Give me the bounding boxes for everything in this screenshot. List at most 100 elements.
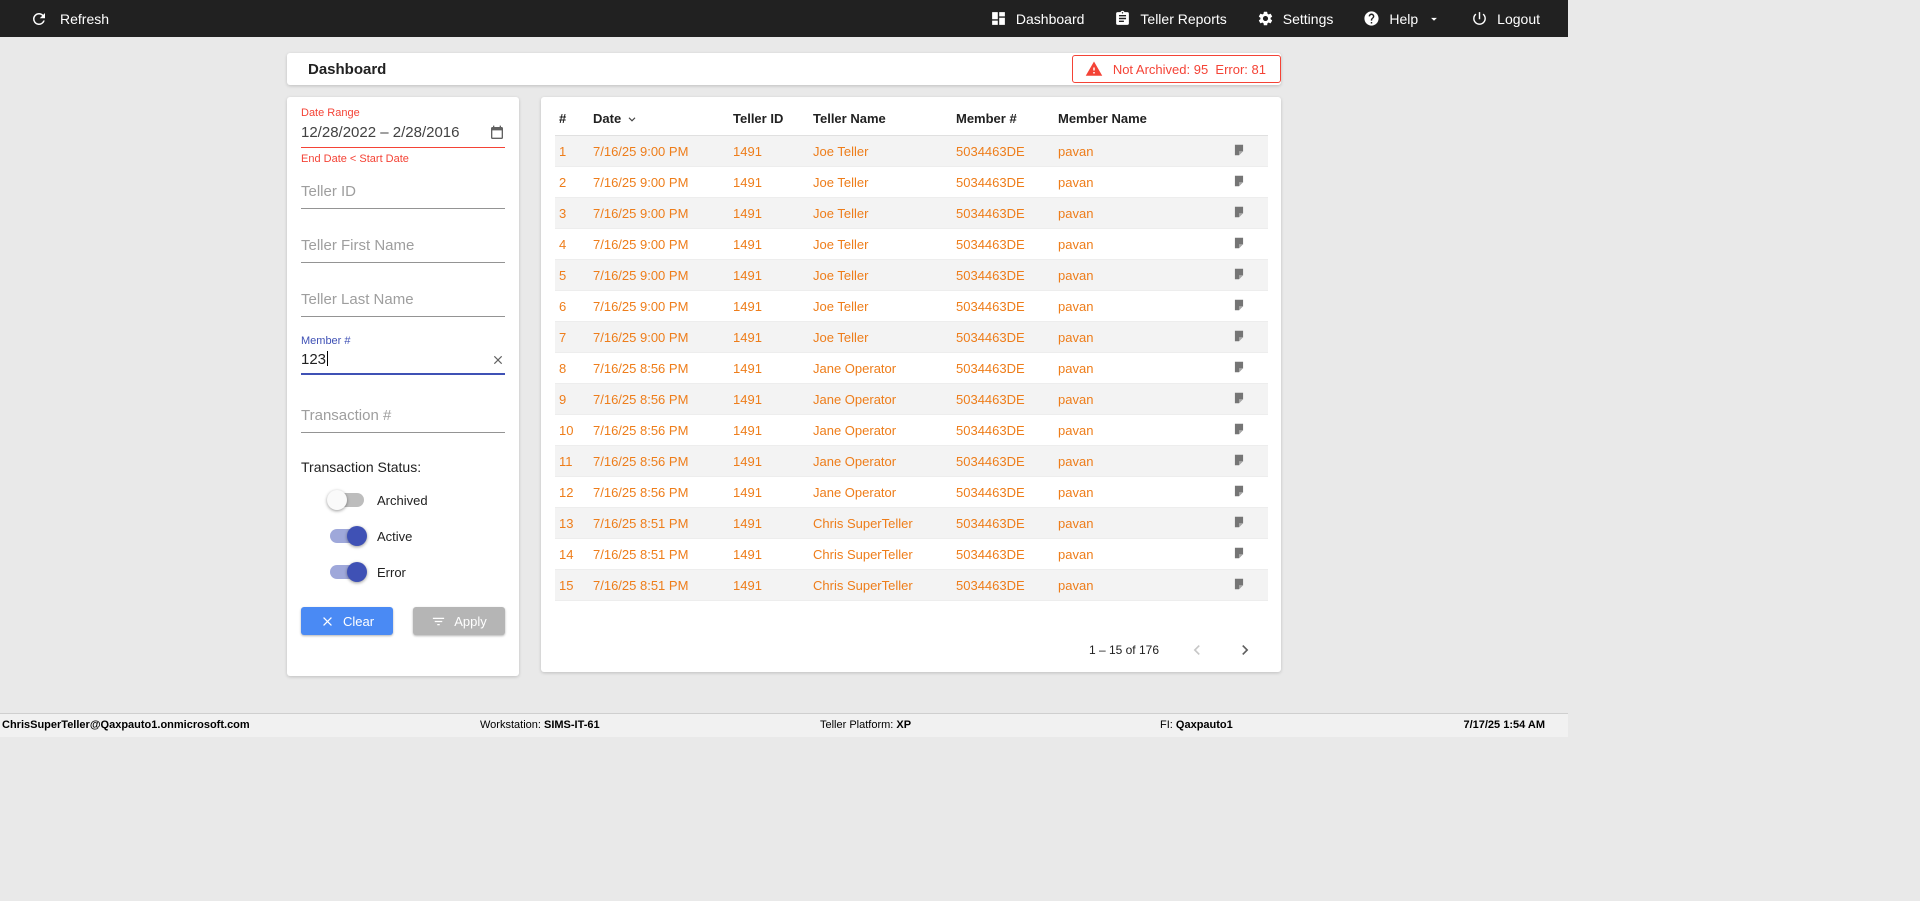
table-row[interactable]: 15 7/16/25 8:51 PM 1491 Chris SuperTelle… [555, 570, 1268, 601]
note-icon[interactable] [1232, 422, 1246, 436]
column-header-date-label: Date [593, 111, 621, 126]
note-icon[interactable] [1232, 298, 1246, 312]
table-row[interactable]: 7 7/16/25 9:00 PM 1491 Joe Teller 503446… [555, 322, 1268, 353]
note-icon[interactable] [1232, 174, 1246, 188]
cell-teller-id: 1491 [729, 384, 809, 415]
clear-member-icon[interactable] [491, 353, 505, 367]
cell-note [1209, 415, 1268, 446]
cell-teller-id: 1491 [729, 570, 809, 601]
teller-last-name-input[interactable] [301, 289, 505, 317]
cell-row-number: 6 [555, 291, 589, 322]
refresh-label: Refresh [60, 11, 109, 27]
note-icon[interactable] [1232, 360, 1246, 374]
cell-row-number: 15 [555, 570, 589, 601]
cell-row-number: 4 [555, 229, 589, 260]
date-range-value: 12/28/2022 – 2/28/2016 [301, 124, 459, 141]
toggle-archived[interactable]: Archived [330, 489, 505, 511]
note-icon[interactable] [1232, 453, 1246, 467]
note-icon[interactable] [1232, 391, 1246, 405]
cell-date: 7/16/25 9:00 PM [589, 229, 729, 260]
nav-item-teller-reports[interactable]: Teller Reports [1114, 10, 1226, 27]
note-icon[interactable] [1232, 515, 1246, 529]
member-number-value: 123 [301, 351, 326, 368]
clear-button[interactable]: Clear [301, 607, 393, 635]
toggle-error[interactable]: Error [330, 561, 505, 583]
cell-row-number: 12 [555, 477, 589, 508]
cell-note [1209, 229, 1268, 260]
archived-switch[interactable] [330, 493, 364, 507]
table-row[interactable]: 11 7/16/25 8:56 PM 1491 Jane Operator 50… [555, 446, 1268, 477]
note-icon[interactable] [1232, 267, 1246, 281]
cell-teller-id: 1491 [729, 291, 809, 322]
teller-id-input[interactable] [301, 181, 505, 209]
column-header-teller-id[interactable]: Teller ID [729, 101, 809, 136]
error-switch[interactable] [330, 565, 364, 579]
cell-date: 7/16/25 9:00 PM [589, 260, 729, 291]
nav-item-dashboard[interactable]: Dashboard [990, 10, 1085, 27]
note-icon[interactable] [1232, 546, 1246, 560]
apply-button[interactable]: Apply [413, 607, 505, 635]
warning-icon [1085, 60, 1103, 78]
note-icon[interactable] [1232, 577, 1246, 591]
table-row[interactable]: 2 7/16/25 9:00 PM 1491 Joe Teller 503446… [555, 167, 1268, 198]
member-number-field[interactable]: Member # 123 [301, 335, 505, 375]
note-icon[interactable] [1232, 205, 1246, 219]
cell-member-number: 5034463DE [952, 260, 1054, 291]
gear-icon [1257, 10, 1274, 27]
table-row[interactable]: 3 7/16/25 9:00 PM 1491 Joe Teller 503446… [555, 198, 1268, 229]
cell-date: 7/16/25 8:56 PM [589, 384, 729, 415]
table-row[interactable]: 12 7/16/25 8:56 PM 1491 Jane Operator 50… [555, 477, 1268, 508]
cell-teller-id: 1491 [729, 539, 809, 570]
column-header-notes [1209, 101, 1268, 136]
cell-member-number: 5034463DE [952, 446, 1054, 477]
prev-page-button[interactable] [1187, 640, 1207, 660]
refresh-button[interactable]: Refresh [30, 10, 109, 28]
nav-item-settings[interactable]: Settings [1257, 10, 1334, 27]
cell-member-name: pavan [1054, 508, 1209, 539]
nav-item-logout[interactable]: Logout [1471, 10, 1540, 27]
toggle-active[interactable]: Active [330, 525, 505, 547]
table-row[interactable]: 13 7/16/25 8:51 PM 1491 Chris SuperTelle… [555, 508, 1268, 539]
status-timestamp: 7/17/25 1:54 AM [1463, 719, 1545, 731]
note-icon[interactable] [1232, 329, 1246, 343]
calendar-icon[interactable] [489, 125, 505, 141]
column-header-member[interactable]: Member # [952, 101, 1054, 136]
table-row[interactable]: 1 7/16/25 9:00 PM 1491 Joe Teller 503446… [555, 136, 1268, 167]
cell-note [1209, 136, 1268, 167]
table-row[interactable]: 8 7/16/25 8:56 PM 1491 Jane Operator 503… [555, 353, 1268, 384]
nav-item-help[interactable]: Help [1363, 10, 1441, 27]
column-header-member-name[interactable]: Member Name [1054, 101, 1209, 136]
cell-member-name: pavan [1054, 415, 1209, 446]
table-row[interactable]: 6 7/16/25 9:00 PM 1491 Joe Teller 503446… [555, 291, 1268, 322]
active-switch[interactable] [330, 529, 364, 543]
date-range-error: End Date < Start Date [301, 153, 505, 165]
note-icon[interactable] [1232, 236, 1246, 250]
column-header-teller-name[interactable]: Teller Name [809, 101, 952, 136]
teller-first-name-input[interactable] [301, 235, 505, 263]
table-row[interactable]: 4 7/16/25 9:00 PM 1491 Joe Teller 503446… [555, 229, 1268, 260]
next-page-button[interactable] [1235, 640, 1255, 660]
cell-teller-name: Chris SuperTeller [809, 539, 952, 570]
cell-teller-id: 1491 [729, 136, 809, 167]
cell-row-number: 9 [555, 384, 589, 415]
cell-teller-name: Jane Operator [809, 353, 952, 384]
column-header-date[interactable]: Date [589, 101, 729, 136]
cell-member-number: 5034463DE [952, 322, 1054, 353]
table-row[interactable]: 5 7/16/25 9:00 PM 1491 Joe Teller 503446… [555, 260, 1268, 291]
note-icon[interactable] [1232, 143, 1246, 157]
cell-date: 7/16/25 9:00 PM [589, 322, 729, 353]
dashboard-icon [990, 10, 1007, 27]
note-icon[interactable] [1232, 484, 1246, 498]
nav-label: Dashboard [1016, 11, 1085, 27]
nav-label: Logout [1497, 11, 1540, 27]
column-header-num[interactable]: # [555, 101, 589, 136]
cell-date: 7/16/25 8:56 PM [589, 353, 729, 384]
cell-teller-name: Joe Teller [809, 229, 952, 260]
transaction-number-input[interactable] [301, 405, 505, 433]
cell-member-name: pavan [1054, 167, 1209, 198]
cell-teller-name: Joe Teller [809, 198, 952, 229]
table-row[interactable]: 9 7/16/25 8:56 PM 1491 Jane Operator 503… [555, 384, 1268, 415]
date-range-field[interactable]: Date Range 12/28/2022 – 2/28/2016 [301, 107, 505, 148]
table-row[interactable]: 10 7/16/25 8:56 PM 1491 Jane Operator 50… [555, 415, 1268, 446]
table-row[interactable]: 14 7/16/25 8:51 PM 1491 Chris SuperTelle… [555, 539, 1268, 570]
